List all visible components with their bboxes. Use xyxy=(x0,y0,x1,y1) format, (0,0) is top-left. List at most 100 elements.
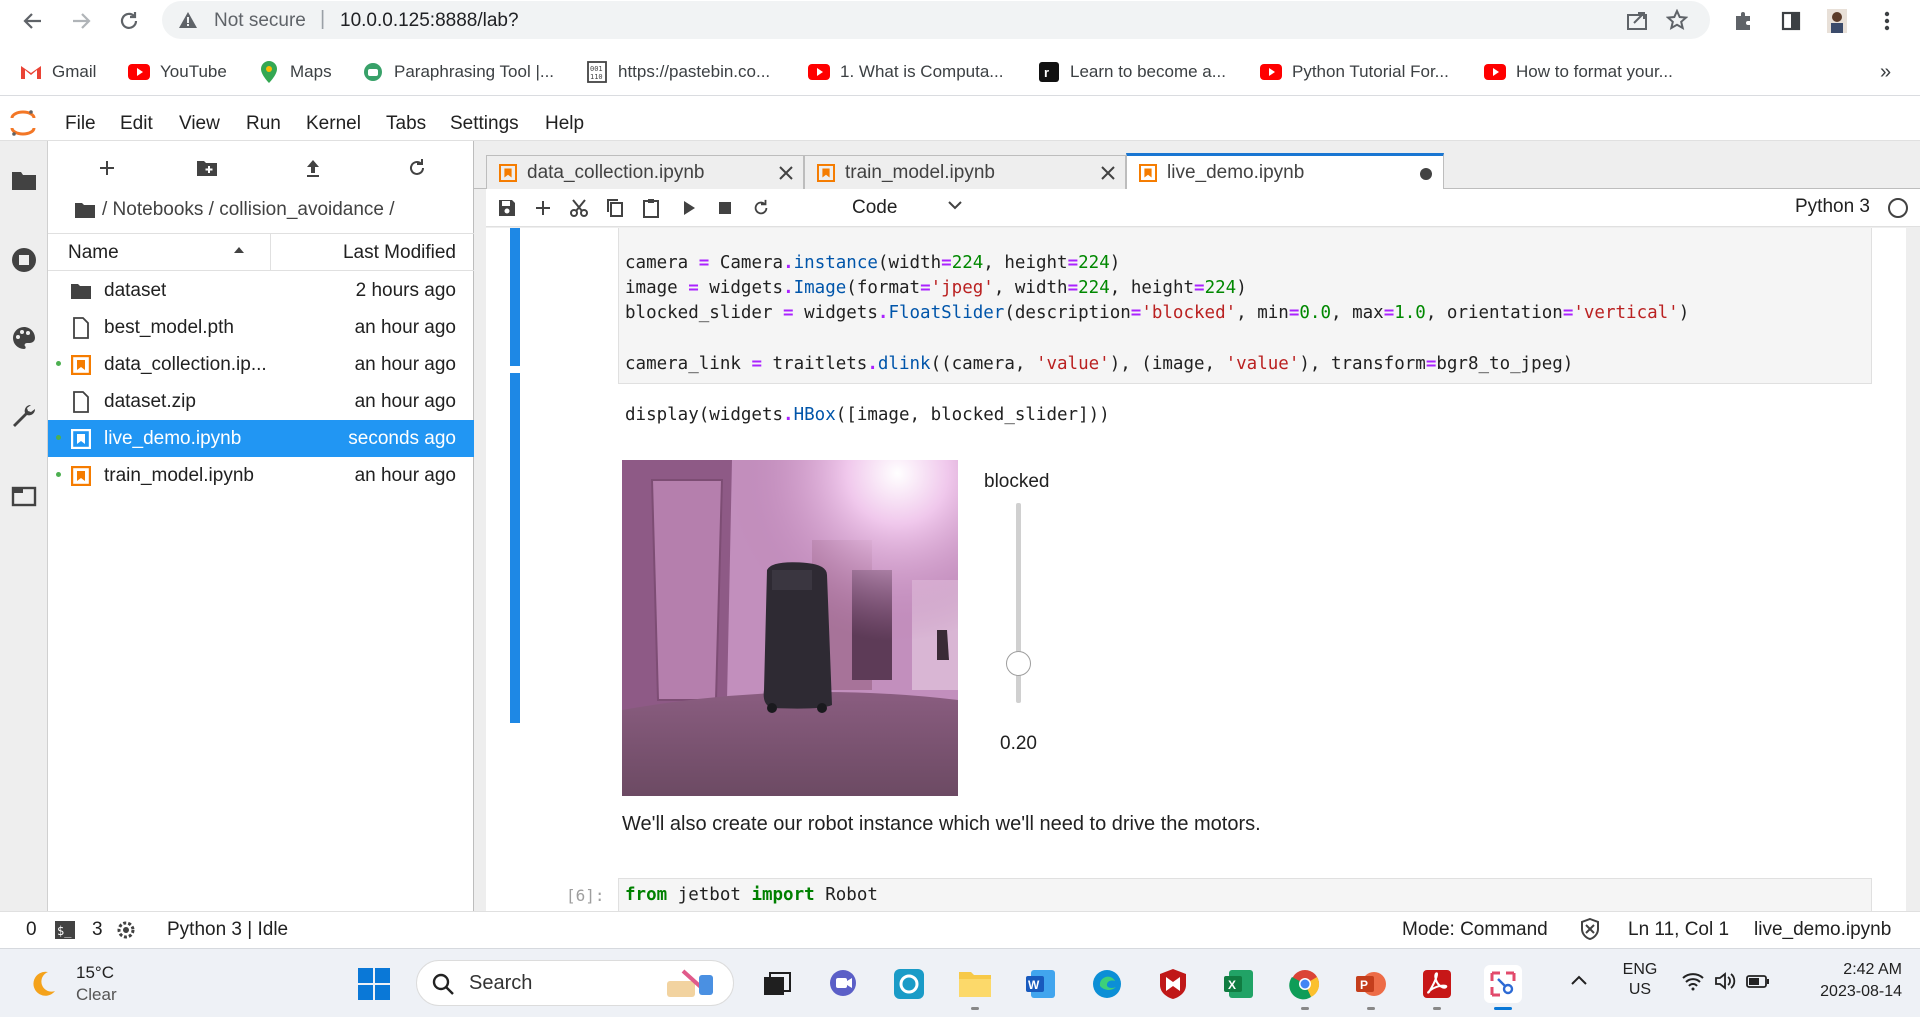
bookmark-pastebin[interactable]: 001 110 https://pastebin.co... xyxy=(586,59,770,85)
tab-data-collection[interactable]: data_collection.ipynb xyxy=(486,155,804,189)
refresh-button[interactable] xyxy=(402,155,432,181)
close-icon[interactable] xyxy=(779,166,793,180)
notebook-content[interactable]: camera = Camera.instance(width=224, heig… xyxy=(486,228,1906,911)
tab-train-model[interactable]: train_model.ipynb xyxy=(804,155,1126,189)
code-cell-editor[interactable]: from jetbot import Robot xyxy=(618,878,1872,911)
task-view-button[interactable] xyxy=(758,965,796,1003)
bookmark-learn[interactable]: r Learn to become a... xyxy=(1038,59,1226,85)
menu-tabs[interactable]: Tabs xyxy=(386,113,426,135)
menu-edit[interactable]: Edit xyxy=(120,113,153,135)
url-text[interactable]: 10.0.0.125:8888/lab? xyxy=(340,10,519,32)
copy-button[interactable] xyxy=(602,195,628,221)
sort-ascending-icon[interactable] xyxy=(232,245,246,255)
reload-button[interactable] xyxy=(112,4,146,38)
taskbar-search[interactable]: Search xyxy=(416,960,734,1006)
blocked-slider-handle[interactable] xyxy=(1006,651,1031,676)
file-row[interactable]: best_model.pth an hour ago xyxy=(48,309,474,346)
kernel-status-indicator[interactable] xyxy=(1888,198,1908,218)
share-icon[interactable] xyxy=(1626,9,1650,31)
back-button[interactable] xyxy=(16,4,50,38)
breadcrumb[interactable]: / Notebooks / collision_avoidance / xyxy=(74,199,395,221)
restart-button[interactable] xyxy=(748,195,774,221)
bookmark-gmail[interactable]: Gmail xyxy=(20,59,96,85)
profile-avatar[interactable] xyxy=(1822,6,1852,36)
word-button[interactable]: W xyxy=(1022,965,1060,1003)
file-row[interactable]: data_collection.ip... an hour ago xyxy=(48,346,474,383)
insert-cell-button[interactable] xyxy=(530,195,556,221)
breadcrumb-path[interactable]: / Notebooks / collision_avoidance / xyxy=(102,199,395,221)
bookmark-format[interactable]: How to format your... xyxy=(1484,59,1673,85)
powerpoint-button[interactable]: P xyxy=(1352,965,1390,1010)
edge-button[interactable] xyxy=(1088,965,1126,1003)
running-tab[interactable] xyxy=(9,245,39,275)
new-folder-button[interactable] xyxy=(192,155,222,181)
menu-kernel[interactable]: Kernel xyxy=(306,113,361,135)
open-tabs-tab[interactable] xyxy=(9,481,39,511)
file-explorer-button[interactable] xyxy=(956,965,994,1010)
save-button[interactable] xyxy=(494,195,520,221)
menu-run[interactable]: Run xyxy=(246,113,281,135)
bookmark-python-tutorial[interactable]: Python Tutorial For... xyxy=(1260,59,1449,85)
clipboard-icon xyxy=(643,199,659,218)
file-row[interactable]: dataset.zip an hour ago xyxy=(48,383,474,420)
forward-button[interactable] xyxy=(64,4,98,38)
trusted-shield-icon[interactable] xyxy=(1580,917,1600,946)
kernel-state[interactable]: Python 3 | Idle xyxy=(167,919,288,941)
clock[interactable]: 2:42 AM 2023-08-14 xyxy=(1792,961,1902,1001)
kernel-count[interactable]: 3 xyxy=(92,919,103,941)
tab-label: live_demo.ipynb xyxy=(1167,162,1305,183)
cursor-position[interactable]: Ln 11, Col 1 xyxy=(1628,919,1729,941)
bookmark-paraphrasing[interactable]: Paraphrasing Tool |... xyxy=(362,59,554,85)
tab-live-demo[interactable]: live_demo.ipynb xyxy=(1126,153,1444,190)
menu-help[interactable]: Help xyxy=(545,113,584,135)
extensions-button[interactable] xyxy=(1728,6,1758,36)
menu-view[interactable]: View xyxy=(179,113,220,135)
system-tray-icons[interactable] xyxy=(1682,971,1770,991)
warning-icon[interactable] xyxy=(178,10,198,30)
cut-button[interactable] xyxy=(566,195,592,221)
teams-chat-button[interactable] xyxy=(824,965,862,1003)
status-zero[interactable]: 0 xyxy=(26,919,37,941)
file-browser-tab[interactable] xyxy=(9,165,39,195)
cell-type-select[interactable]: Code xyxy=(852,195,982,221)
language-indicator[interactable]: ENG US xyxy=(1620,961,1660,999)
extension-manager-tab[interactable] xyxy=(9,401,39,431)
menu-settings[interactable]: Settings xyxy=(450,113,519,135)
column-last-modified[interactable]: Last Modified xyxy=(343,242,456,264)
start-button[interactable] xyxy=(355,965,393,1003)
security-label[interactable]: Not secure xyxy=(214,10,306,32)
kernel-name[interactable]: Python 3 xyxy=(1795,196,1870,218)
bookmarks-overflow-button[interactable]: » xyxy=(1880,59,1891,85)
chrome-menu-button[interactable] xyxy=(1872,6,1902,36)
tray-overflow-button[interactable] xyxy=(1570,973,1588,991)
terminal-icon[interactable]: $_ xyxy=(54,920,76,946)
excel-button[interactable]: X xyxy=(1220,965,1258,1003)
bookmark-maps[interactable]: Maps xyxy=(258,59,332,85)
kernel-gear-icon[interactable] xyxy=(116,920,136,946)
paste-button[interactable] xyxy=(638,195,664,221)
address-bar[interactable]: Not secure | 10.0.0.125:8888/lab? xyxy=(162,1,1710,39)
menu-file[interactable]: File xyxy=(65,113,96,135)
run-button[interactable] xyxy=(676,195,702,221)
snipping-tool-button[interactable] xyxy=(1484,965,1522,1010)
cortana-button[interactable] xyxy=(890,965,928,1003)
property-inspector-tab[interactable] xyxy=(9,323,39,353)
mcafee-button[interactable] xyxy=(1154,965,1192,1003)
column-name[interactable]: Name xyxy=(68,242,119,264)
star-icon[interactable] xyxy=(1666,9,1688,31)
weather-widget[interactable]: 15°C Clear xyxy=(26,961,136,1007)
code-cell-editor[interactable]: camera = Camera.instance(width=224, heig… xyxy=(618,228,1872,425)
bookmark-youtube[interactable]: YouTube xyxy=(128,59,227,85)
acrobat-button[interactable] xyxy=(1418,965,1456,1010)
chrome-button[interactable] xyxy=(1286,965,1324,1010)
file-row-selected[interactable]: live_demo.ipynb seconds ago xyxy=(48,420,474,457)
upload-button[interactable] xyxy=(298,155,328,181)
close-icon[interactable] xyxy=(1101,166,1115,180)
side-panel-button[interactable] xyxy=(1776,6,1806,36)
new-launcher-button[interactable] xyxy=(92,155,122,181)
bookmark-computation[interactable]: 1. What is Computa... xyxy=(808,59,1003,85)
file-row[interactable]: dataset 2 hours ago xyxy=(48,272,474,309)
unsaved-dot-icon[interactable] xyxy=(1419,167,1433,181)
file-row[interactable]: train_model.ipynb an hour ago xyxy=(48,457,474,494)
interrupt-button[interactable] xyxy=(712,195,738,221)
